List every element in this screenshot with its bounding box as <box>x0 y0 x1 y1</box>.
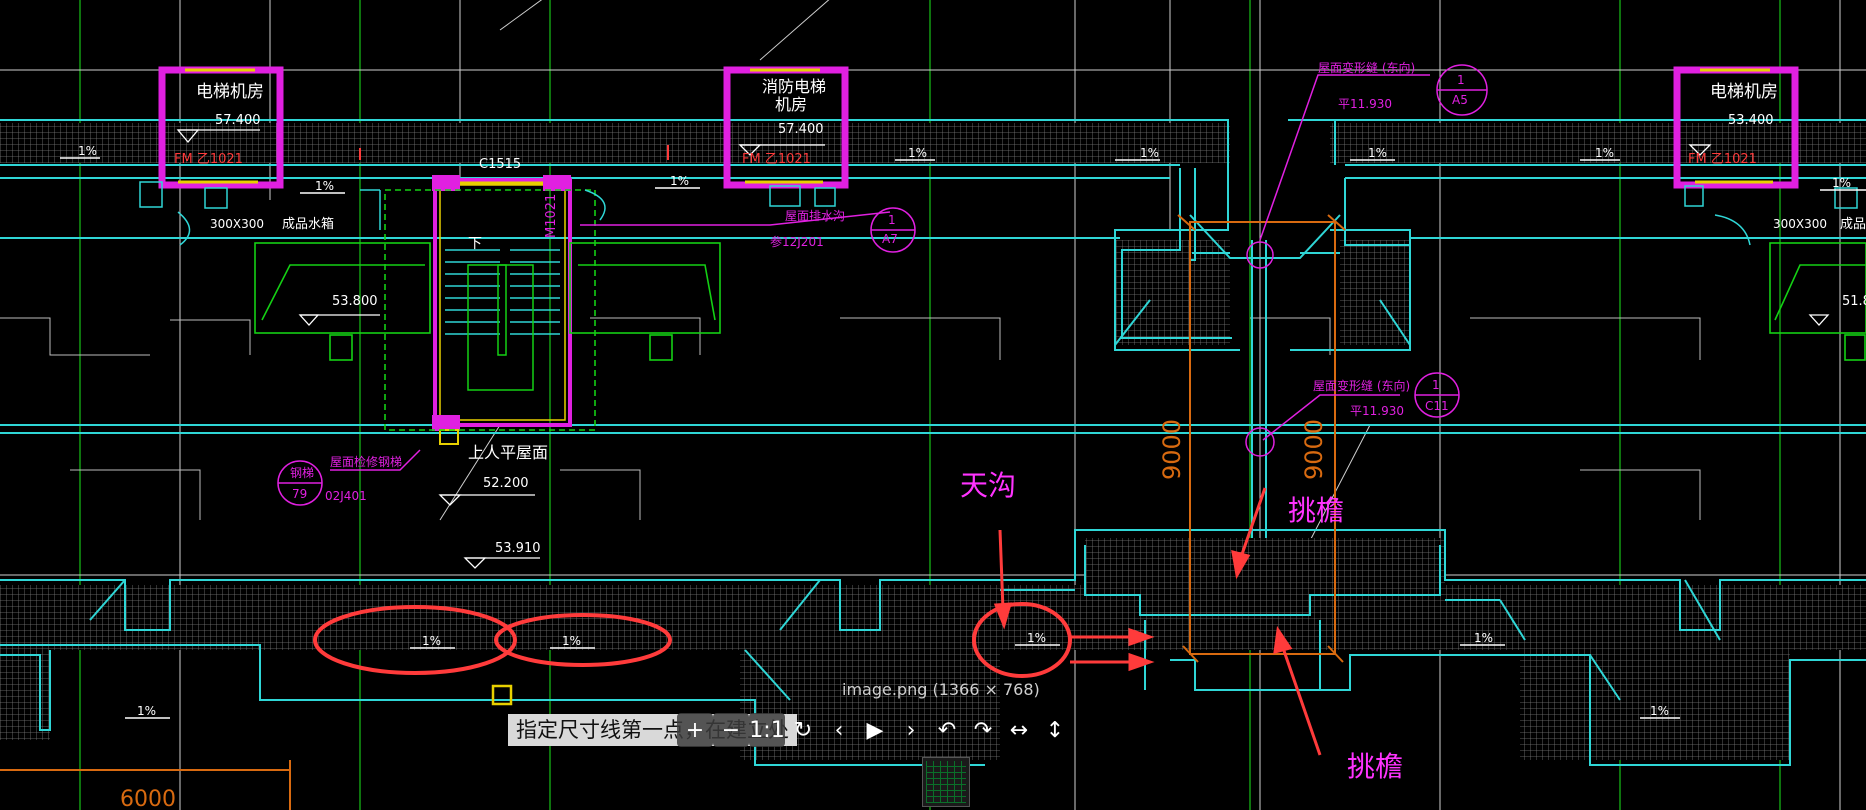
callout-left-num: 钢梯 <box>290 466 314 480</box>
callout-mid-right-text: 屋面变形缝 (东向) <box>1313 378 1410 393</box>
flip-vertical-icon[interactable]: ↕ <box>1037 713 1073 747</box>
callout-left-sub: 02J401 <box>325 489 367 503</box>
elev-tank-right: 51.8 <box>1842 294 1866 309</box>
room-door-left: FM 乙1021 <box>174 152 243 167</box>
previous-icon[interactable]: ‹ <box>821 713 857 747</box>
mid-structure-lines <box>0 317 1701 520</box>
viewer-tools: + − 1:1 ↻ ‹ ▶ › ↶ ↷ ↔ ↕ <box>677 713 1073 747</box>
callout-top-right-ref: A5 <box>1452 93 1468 107</box>
play-icon[interactable]: ▶ <box>857 713 893 747</box>
annotation-eave-upper: 挑檐 <box>1288 494 1344 527</box>
room-elev-fire: 57.400 <box>778 122 824 137</box>
window-code: C1515 <box>479 157 521 172</box>
callout-mid-right-ref: C11 <box>1425 399 1449 413</box>
room-elev-left: 57.400 <box>215 113 261 128</box>
slope-label: 1% <box>422 634 441 648</box>
slope-label: 1% <box>78 144 97 158</box>
thumbnail[interactable] <box>922 757 970 807</box>
zoom-in-icon[interactable]: + <box>677 713 713 747</box>
callout-mid-center-sub: 参12J201 <box>770 234 824 249</box>
slope-label: 1% <box>1832 176 1851 190</box>
viewer-toolbar: 指定尺寸线第一点，在建立处 + − 1:1 ↻ ‹ ▶ › ↶ ↷ ↔ ↕ <box>508 711 1073 749</box>
slope-label: 1% <box>1474 631 1493 645</box>
room-name-right: 电梯机房 <box>1710 82 1778 102</box>
next-icon[interactable]: › <box>893 713 929 747</box>
slope-label: 1% <box>908 146 927 160</box>
dim-9000-a: 9000 <box>1158 419 1186 480</box>
slope-label: 1% <box>315 179 334 193</box>
room-name-left: 电梯机房 <box>196 82 264 102</box>
door-code: M1021 <box>544 194 559 238</box>
callout-left-text: 屋面检修钢梯 <box>330 454 402 469</box>
stair-down-label: 下 <box>468 236 482 252</box>
image-info: image.png (1366 × 768) <box>842 680 1040 699</box>
callout-left-ref: 79 <box>292 487 307 501</box>
elev-roof: 52.200 <box>483 476 529 491</box>
roof-access-label: 上人平屋面 <box>468 443 548 462</box>
elevation-markers <box>176 129 1830 569</box>
slope-label: 1% <box>137 704 156 718</box>
water-tank-label: 成品水箱 <box>282 216 334 232</box>
rotate-left-icon[interactable]: ↶ <box>929 713 965 747</box>
size-right: 300X300 <box>1773 217 1827 231</box>
room-door-fire: FM 乙1021 <box>742 152 811 167</box>
room-name-fire-2: 机房 <box>775 95 807 114</box>
slope-label: 1% <box>562 634 581 648</box>
actual-size-button[interactable]: 1:1 <box>749 713 785 747</box>
rotate-right-icon[interactable]: ↷ <box>965 713 1001 747</box>
annotation-eave-lower: 挑檐 <box>1347 750 1403 783</box>
callout-mid-right-num: 1 <box>1432 378 1440 392</box>
elev-tank: 53.800 <box>332 294 378 309</box>
callout-top-right-num: 1 <box>1457 73 1465 87</box>
room-name-fire-1: 消防电梯 <box>762 77 826 96</box>
room-elev-right: 53.400 <box>1728 113 1774 128</box>
thumbnail-image <box>926 761 966 803</box>
slope-label: 1% <box>1650 704 1669 718</box>
slope-label: 1% <box>1368 146 1387 160</box>
callout-mid-center-text: 屋面排水沟 <box>785 209 845 223</box>
room-door-right: FM 乙1021 <box>1688 152 1757 167</box>
elev-lower: 53.910 <box>495 541 541 556</box>
size-left: 300X300 <box>210 217 264 231</box>
fit-window-icon[interactable]: ↻ <box>785 713 821 747</box>
dim-6000: 6000 <box>120 787 176 810</box>
slope-label: 1% <box>1027 631 1046 645</box>
callout-top-right-text: 屋面变形缝 (东向) <box>1318 60 1415 75</box>
zoom-out-icon[interactable]: − <box>713 713 749 747</box>
annotation-gutter: 天沟 <box>960 469 1016 502</box>
slope-label: 1% <box>1595 146 1614 160</box>
slope-label: 1% <box>1140 146 1159 160</box>
flip-horizontal-icon[interactable]: ↔ <box>1001 713 1037 747</box>
slope-label: 1% <box>670 174 689 188</box>
callout-mid-center-num: 1 <box>888 213 896 227</box>
callout-top-right-sub: 平11.930 <box>1338 97 1392 111</box>
size-right-extra: 成品 <box>1840 217 1866 232</box>
dim-9000-b: 9000 <box>1300 419 1328 480</box>
callout-mid-center-ref: A7 <box>882 232 898 246</box>
cursor-box <box>491 684 513 706</box>
callout-mid-right-sub: 平11.930 <box>1350 404 1404 418</box>
wall-details <box>139 181 1858 246</box>
